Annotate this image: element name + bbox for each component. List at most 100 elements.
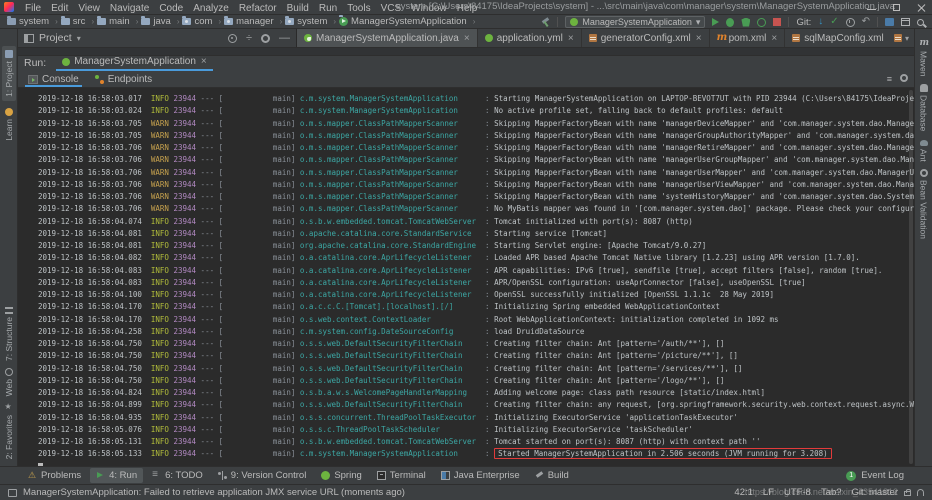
tool-window-button[interactable]: Learn [2,108,16,141]
chevron-right-icon: › [215,17,224,26]
tool-window-button[interactable]: 2: Favorites [4,404,14,459]
breadcrumb-item[interactable]: system › [7,16,61,27]
notification-icon[interactable] [8,489,17,497]
run-button[interactable] [712,18,719,26]
run-view-tabs: Console Endpoints ≡ [18,71,914,88]
hidden-tabs-dropdown[interactable]: ▾ [889,29,914,47]
git-commit-icon[interactable]: ✓ [830,17,838,27]
menu-item[interactable]: Edit [46,3,73,14]
hide-panel-icon[interactable]: — [279,34,290,43]
console-line: 2019-12-18 16:58:03.017 INFO 23944 --- [… [38,93,914,105]
tool-window-button[interactable]: Bean Validation [919,169,929,239]
project-tool-window-header[interactable]: Project ▾ ÷ — [18,29,297,47]
folder-icon [182,18,191,25]
tool-window-icon [377,471,386,480]
profiler-button[interactable] [757,18,766,27]
tool-window-icon [5,50,13,58]
breadcrumb-item[interactable]: main › [97,16,141,27]
editor-tab[interactable]: pom.xml [710,29,786,47]
tool-window-button[interactable]: Build [529,468,575,483]
tool-window-icon [535,471,544,480]
run-tab[interactable]: ManagerSystemApplication [56,56,213,71]
locate-file-icon[interactable] [228,34,237,43]
editor-tab[interactable]: generatorConfig.xml [582,29,710,47]
tool-window-button[interactable]: Problems [22,468,87,483]
menu-item[interactable]: Navigate [105,3,154,14]
project-panel-title: Project [39,32,72,44]
tool-window-button[interactable]: 9: Version Control [212,468,313,483]
title-bar: FileEditViewNavigateCodeAnalyzeRefactorB… [0,0,932,15]
chevron-right-icon: › [133,17,142,26]
console-line: 2019-12-18 16:58:05.133 INFO 23944 --- [… [38,448,914,460]
tool-window-button[interactable]: 7: Structure [4,307,14,361]
build-hammer-icon[interactable] [541,18,550,27]
gear-icon[interactable] [261,34,270,43]
close-tab-icon[interactable] [464,33,470,44]
maximize-icon[interactable] [892,3,901,12]
restore-layout-icon[interactable] [901,18,910,26]
tool-window-button[interactable]: Web [4,368,14,396]
close-tab-icon[interactable] [568,33,574,44]
close-tab-icon[interactable] [696,33,702,44]
gear-icon[interactable] [900,74,908,82]
tool-window-icon [321,471,330,480]
menu-item[interactable]: Build [282,3,314,14]
history-icon[interactable] [846,18,855,27]
show-diff-icon[interactable] [885,18,894,26]
editor-tab[interactable]: application.yml [478,29,582,47]
breadcrumb-item[interactable]: com › [182,16,224,27]
menu-item[interactable]: Run [314,3,342,14]
tool-window-button[interactable]: 1: Project [2,46,16,101]
console-output[interactable]: 2019-12-18 16:58:03.017 INFO 23944 --- [… [18,88,914,466]
tool-window-button[interactable]: Spring [315,468,367,483]
main-toolbar: ManagerSystemApplication ▾ Git: ↓ ✓ ↶ [541,15,924,29]
folder-icon [97,18,106,25]
console-line: 2019-12-18 16:58:05.076 INFO 23944 --- [… [38,424,914,436]
console-line: 2019-12-18 16:58:03.706 WARN 23944 --- [… [38,179,914,191]
breadcrumb-item[interactable]: src › [61,16,97,27]
tool-window-button[interactable]: Java Enterprise [435,468,526,483]
menu-item[interactable]: Refactor [234,3,282,14]
menu-item[interactable]: Analyze [188,3,234,14]
close-run-tab-icon[interactable] [201,56,207,67]
run-configuration-select[interactable]: ManagerSystemApplication ▾ [565,16,705,28]
tool-window-button[interactable]: 6: TODO [146,468,209,483]
tool-window-icon [152,471,161,480]
tool-window-button[interactable]: Database [919,84,929,131]
stop-button[interactable] [773,18,781,26]
lock-icon[interactable] [904,491,911,496]
breadcrumb-item[interactable]: system › [285,16,339,27]
menu-item[interactable]: Tools [342,3,375,14]
close-icon[interactable] [917,3,926,12]
menu-item[interactable]: File [20,3,46,14]
breadcrumb-item[interactable]: manager › [224,16,285,27]
breadcrumb-item[interactable]: java › [141,16,182,27]
tab-endpoints[interactable]: Endpoints [95,71,152,87]
tool-window-button[interactable]: 4: Run [90,468,143,483]
minimize-icon[interactable] [867,3,876,12]
bell-icon[interactable] [917,489,924,496]
editor-tab[interactable]: ManagerSystemApplication.java [297,29,478,47]
tool-window-button[interactable]: Maven [919,40,929,77]
tab-console[interactable]: Console [28,71,79,87]
status-message[interactable]: ManagerSystemApplication: Failed to retr… [23,487,405,498]
tool-window-button[interactable]: Terminal [371,468,432,483]
close-tab-icon[interactable] [771,33,777,44]
debug-button[interactable] [726,18,734,27]
search-everywhere-icon[interactable] [917,19,924,26]
layout-settings-icon[interactable]: ≡ [887,74,892,84]
undo-icon[interactable]: ↶ [862,17,870,27]
menu-item[interactable]: View [73,3,105,14]
collapse-icon[interactable]: ÷ [246,34,252,43]
git-update-icon[interactable]: ↓ [818,17,823,27]
tool-window-icon [920,140,928,146]
breadcrumb-item[interactable]: ManagerSystemApplication › [339,16,478,27]
coverage-button[interactable] [741,18,750,27]
tool-window-button[interactable]: Ant [919,138,929,162]
chevron-right-icon: › [52,17,61,26]
file-type-icon [589,34,597,42]
editor-tab[interactable]: sqlMapConfig.xml [785,29,889,47]
event-log-button[interactable]: 1 Event Log [846,470,904,481]
menu-item[interactable]: Code [154,3,188,14]
console-line: 2019-12-18 16:58:04.074 INFO 23944 --- [… [38,216,914,228]
